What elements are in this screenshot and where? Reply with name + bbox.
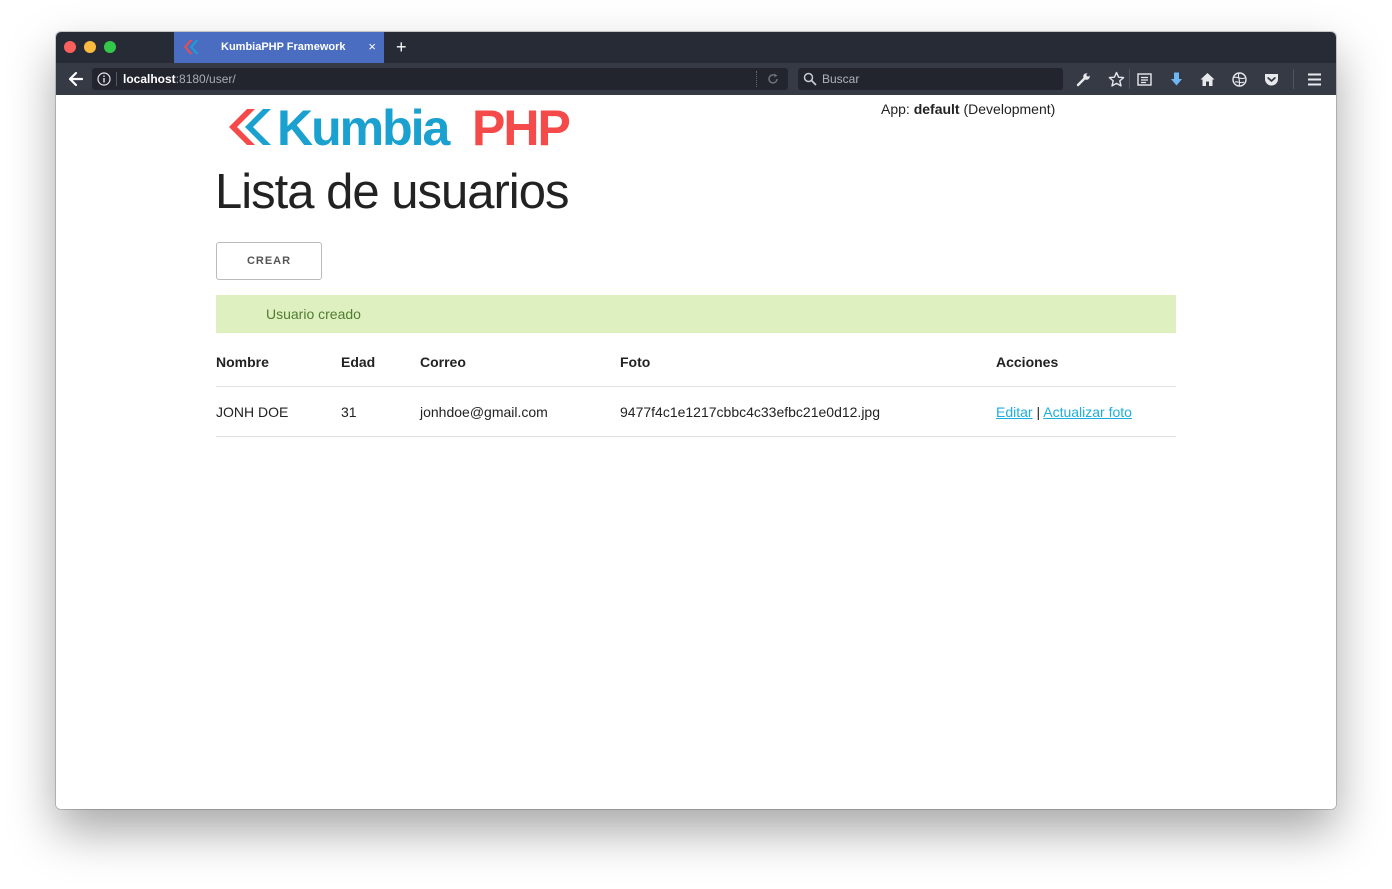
app-info-prefix: App:: [881, 101, 910, 117]
search-input[interactable]: [822, 69, 1052, 89]
url-bar[interactable]: localhost:8180/user/: [92, 68, 788, 90]
app-info-env: (Development): [963, 101, 1056, 117]
header-correo: Correo: [420, 354, 466, 370]
toolbar-separator: [1129, 69, 1130, 89]
zoom-window-button[interactable]: [104, 41, 116, 53]
cell-acciones: Editar | Actualizar foto: [996, 404, 1132, 420]
logo-text-php: PHP: [472, 104, 569, 150]
reading-list-icon[interactable]: [1136, 71, 1153, 88]
update-photo-link[interactable]: Actualizar foto: [1043, 404, 1132, 420]
table-row: JONH DOE 31 jonhdoe@gmail.com 9477f4c1e1…: [216, 387, 1176, 437]
desktop: KumbiaPHP Framework × + localhost:8180/u…: [0, 0, 1392, 889]
page-title: Lista de usuarios: [215, 165, 569, 219]
logo-text-kumbia: Kumbia: [277, 104, 452, 150]
download-icon[interactable]: [1168, 71, 1185, 88]
cell-nombre: JONH DOE: [216, 404, 289, 420]
tab-kumbiaphp[interactable]: KumbiaPHP Framework ×: [174, 32, 384, 63]
flash-message-text: Usuario creado: [266, 306, 361, 322]
back-arrow-icon[interactable]: [65, 69, 87, 89]
cell-edad: 31: [341, 404, 357, 420]
navigation-bar: localhost:8180/user/: [56, 63, 1336, 95]
app-info: App: default (Development): [881, 101, 1055, 117]
pocket-icon[interactable]: [1263, 71, 1280, 88]
info-icon[interactable]: [97, 72, 111, 86]
url-path: :8180/user/: [175, 72, 236, 86]
wrench-icon[interactable]: [1075, 71, 1092, 88]
table-header: Nombre Edad Correo Foto Acciones: [216, 337, 1176, 387]
toolbar-separator: [1293, 69, 1294, 89]
header-edad: Edad: [341, 354, 376, 370]
header-foto: Foto: [620, 354, 651, 370]
cell-correo: jonhdoe@gmail.com: [420, 404, 548, 420]
tab-bar: KumbiaPHP Framework × +: [56, 32, 1336, 63]
close-window-button[interactable]: [64, 41, 76, 53]
url-divider: [756, 71, 758, 87]
search-icon: [803, 72, 817, 86]
header-nombre: Nombre: [216, 354, 269, 370]
new-tab-button[interactable]: +: [396, 37, 407, 57]
actions-separator: |: [1036, 404, 1041, 420]
url-separator: [116, 72, 117, 86]
app-info-name: default: [913, 101, 960, 117]
reload-icon[interactable]: [766, 72, 780, 86]
home-icon[interactable]: [1199, 71, 1216, 88]
minimize-window-button[interactable]: [84, 41, 96, 53]
kumbiaphp-logo[interactable]: Kumbia PHP: [225, 104, 585, 150]
url-host: localhost: [123, 72, 176, 86]
cell-foto: 9477f4c1e1217cbbc4c33efbc21e0d12.jpg: [620, 404, 881, 420]
search-bar[interactable]: [798, 68, 1063, 90]
kumbia-favicon-icon: [184, 40, 199, 54]
browser-window: KumbiaPHP Framework × + localhost:8180/u…: [56, 32, 1336, 809]
users-table: Nombre Edad Correo Foto Acciones JONH DO…: [216, 337, 1176, 437]
url-text[interactable]: localhost:8180/user/: [123, 72, 236, 86]
header-acciones: Acciones: [996, 354, 1059, 370]
tab-close-icon[interactable]: ×: [368, 39, 376, 55]
edit-link[interactable]: Editar: [996, 404, 1033, 420]
menu-icon[interactable]: [1306, 71, 1323, 88]
flash-message: Usuario creado: [216, 295, 1176, 333]
create-button[interactable]: CREAR: [216, 242, 322, 280]
globe-icon[interactable]: [1231, 71, 1248, 88]
tab-title: KumbiaPHP Framework: [221, 41, 346, 53]
page-content: Kumbia PHP App: default (Development) Li…: [56, 95, 1336, 809]
star-icon[interactable]: [1108, 71, 1125, 88]
